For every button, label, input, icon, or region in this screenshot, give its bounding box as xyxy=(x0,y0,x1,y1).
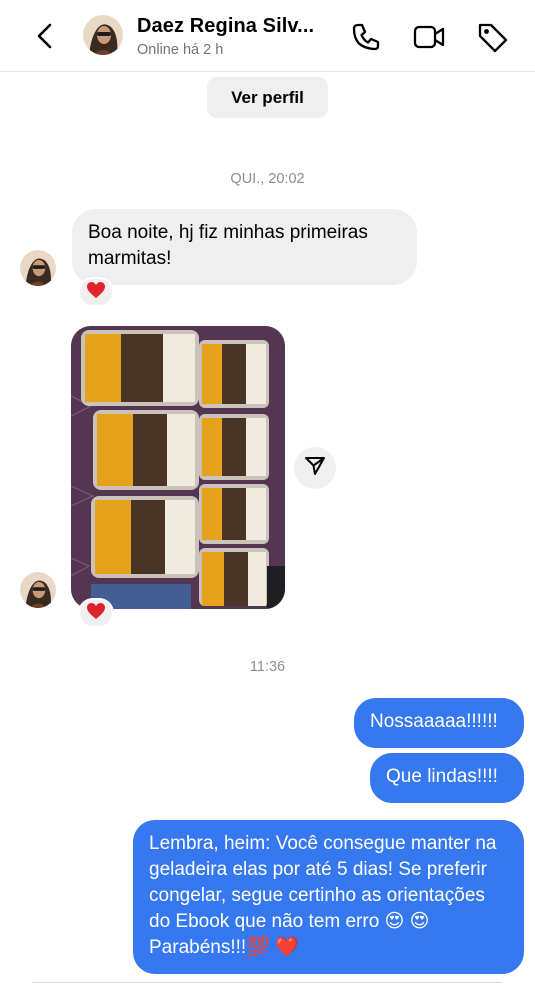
sender-avatar[interactable] xyxy=(20,250,56,286)
contact-name[interactable]: Daez Regina Silv... xyxy=(137,15,314,38)
outgoing-message[interactable]: Que lindas!!!! xyxy=(370,753,524,803)
message-timestamp: QUI., 20:02 xyxy=(230,171,305,187)
heart-icon xyxy=(86,602,106,625)
food-photo[interactable] xyxy=(71,326,285,609)
incoming-message[interactable]: Boa noite, hj fiz minhas primeiras marmi… xyxy=(72,209,417,285)
view-profile-button[interactable]: Ver perfil xyxy=(207,77,328,118)
chat-header: Daez Regina Silv... Online há 2 h xyxy=(0,0,535,72)
send-icon xyxy=(304,455,326,482)
back-chevron-icon[interactable] xyxy=(30,20,62,52)
video-call-icon[interactable] xyxy=(412,20,446,54)
divider xyxy=(32,982,502,983)
online-status: Online há 2 h xyxy=(137,42,224,58)
phone-icon[interactable] xyxy=(349,20,383,54)
outgoing-message[interactable]: Nossaaaaa!!!!!! xyxy=(354,698,524,748)
outgoing-message[interactable]: Lembra, heim: Você consegue manter na ge… xyxy=(133,820,524,974)
heart-icon xyxy=(86,281,106,304)
heart-reaction[interactable] xyxy=(78,277,114,307)
heart-reaction[interactable] xyxy=(78,598,114,628)
avatar[interactable] xyxy=(83,15,123,55)
message-timestamp: 11:36 xyxy=(249,659,286,675)
tag-icon[interactable] xyxy=(476,20,510,54)
sender-avatar[interactable] xyxy=(20,572,56,608)
share-button[interactable] xyxy=(294,447,336,489)
